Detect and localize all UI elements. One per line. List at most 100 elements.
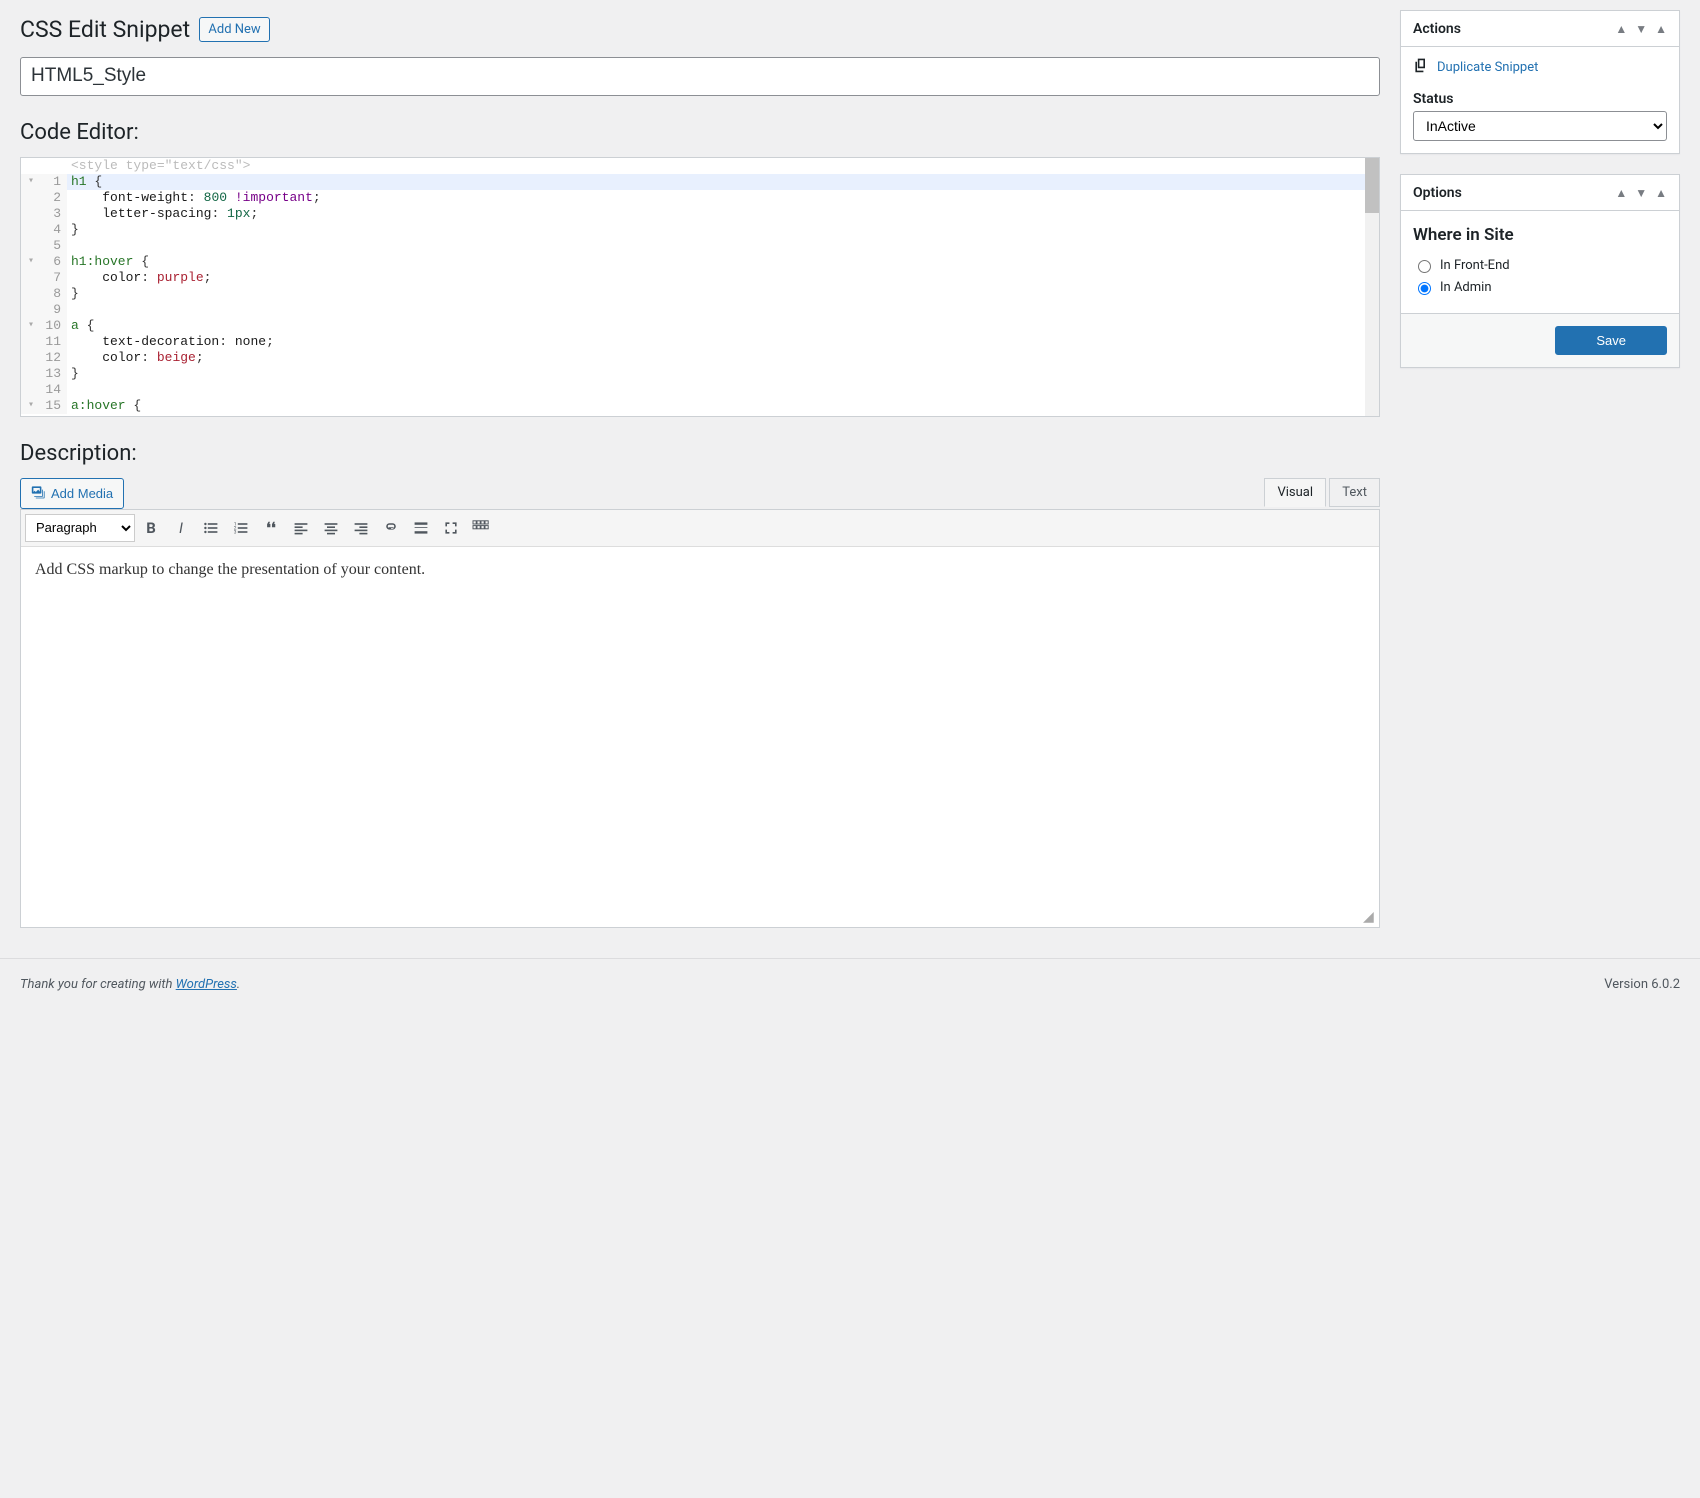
bold-button[interactable]: B [137, 514, 165, 542]
align-right-button[interactable] [347, 514, 375, 542]
where-radio[interactable] [1418, 260, 1431, 273]
code-line[interactable]: 12 color: beige; [21, 350, 1379, 366]
save-button[interactable]: Save [1555, 326, 1667, 355]
code-content[interactable] [67, 382, 1379, 398]
code-line[interactable]: 7 color: purple; [21, 270, 1379, 286]
code-scrollbar-thumb[interactable] [1365, 158, 1379, 213]
line-number: 13 [41, 366, 67, 382]
code-line[interactable]: ▾10a { [21, 318, 1379, 334]
wysiwyg-body[interactable]: Add CSS markup to change the presentatio… [21, 547, 1379, 927]
code-line[interactable]: ▾1h1 { [21, 174, 1379, 190]
where-in-site-heading: Where in Site [1413, 225, 1667, 245]
code-content[interactable]: a:hover { [67, 398, 1379, 414]
code-content[interactable]: text-decoration: none; [67, 334, 1379, 350]
code-line[interactable]: ▾15a:hover { [21, 398, 1379, 414]
fold-marker [21, 270, 41, 286]
where-label: In Front-End [1440, 258, 1510, 273]
code-line[interactable]: 11 text-decoration: none; [21, 334, 1379, 350]
fold-marker [21, 222, 41, 238]
wysiwyg-editor: Paragraph B I 123 ❛❛ [20, 509, 1380, 928]
add-media-button[interactable]: Add Media [20, 478, 124, 509]
resize-handle-icon[interactable]: ◢ [1363, 911, 1377, 925]
wordpress-link[interactable]: WordPress [176, 977, 237, 992]
add-new-button[interactable]: Add New [199, 17, 269, 42]
move-up-icon[interactable]: ▲ [1615, 22, 1627, 36]
line-number: 8 [41, 286, 67, 302]
align-center-button[interactable] [317, 514, 345, 542]
code-line[interactable]: 5 [21, 238, 1379, 254]
code-content[interactable]: font-weight: 800 !important; [67, 190, 1379, 206]
duplicate-snippet-link[interactable]: Duplicate Snippet [1413, 57, 1667, 77]
code-content[interactable]: } [67, 222, 1379, 238]
code-placeholder: <style type="text/css"> [21, 158, 1379, 174]
code-editor[interactable]: <style type="text/css"> ▾1h1 {2 font-wei… [20, 157, 1380, 417]
status-select[interactable]: InActiveActive [1413, 111, 1667, 141]
fold-marker [21, 366, 41, 382]
fold-marker[interactable]: ▾ [21, 254, 41, 270]
italic-button[interactable]: I [167, 514, 195, 542]
fold-marker [21, 238, 41, 254]
readmore-button[interactable] [407, 514, 435, 542]
fold-marker [21, 350, 41, 366]
link-button[interactable] [377, 514, 405, 542]
code-content[interactable]: a { [67, 318, 1379, 334]
numbered-list-button[interactable]: 123 [227, 514, 255, 542]
move-up-icon[interactable]: ▲ [1615, 186, 1627, 200]
line-number: 7 [41, 270, 67, 286]
code-line[interactable]: 8} [21, 286, 1379, 302]
toolbar-toggle-button[interactable] [467, 514, 495, 542]
bullet-list-button[interactable] [197, 514, 225, 542]
code-content[interactable] [67, 302, 1379, 318]
tab-visual[interactable]: Visual [1264, 478, 1326, 507]
code-line[interactable]: 14 [21, 382, 1379, 398]
page-footer: Thank you for creating with WordPress. V… [0, 958, 1700, 1006]
move-down-icon[interactable]: ▼ [1635, 22, 1647, 36]
svg-text:3: 3 [234, 529, 237, 535]
code-content[interactable]: } [67, 286, 1379, 302]
version-label: Version 6.0.2 [1604, 977, 1680, 992]
code-content[interactable]: letter-spacing: 1px; [67, 206, 1379, 222]
code-content[interactable]: h1 { [67, 174, 1379, 190]
duplicate-icon [1413, 57, 1429, 77]
code-content[interactable]: h1:hover { [67, 254, 1379, 270]
fold-marker[interactable]: ▾ [21, 398, 41, 414]
code-content[interactable]: } [67, 366, 1379, 382]
fold-marker[interactable]: ▾ [21, 318, 41, 334]
actions-box: Actions ▲ ▼ ▲ Duplicate Snippet Status I… [1400, 10, 1680, 154]
toggle-icon[interactable]: ▲ [1655, 186, 1667, 200]
toggle-icon[interactable]: ▲ [1655, 22, 1667, 36]
line-number: 12 [41, 350, 67, 366]
code-content[interactable]: color: purple; [67, 270, 1379, 286]
line-number: 2 [41, 190, 67, 206]
description-text: Add CSS markup to change the presentatio… [35, 561, 425, 578]
add-media-label: Add Media [51, 486, 113, 501]
fold-marker[interactable]: ▾ [21, 174, 41, 190]
fold-marker [21, 286, 41, 302]
fold-marker [21, 190, 41, 206]
snippet-title-input[interactable] [20, 57, 1380, 96]
where-radio[interactable] [1418, 282, 1431, 295]
tab-text[interactable]: Text [1329, 478, 1380, 507]
code-content[interactable] [67, 238, 1379, 254]
code-line[interactable]: 3 letter-spacing: 1px; [21, 206, 1379, 222]
where-option[interactable]: In Admin [1413, 279, 1667, 295]
code-content[interactable]: color: beige; [67, 350, 1379, 366]
code-scrollbar[interactable] [1365, 158, 1379, 416]
main-column: CSS Edit Snippet Add New Code Editor: <s… [20, 10, 1380, 928]
move-down-icon[interactable]: ▼ [1635, 186, 1647, 200]
format-select[interactable]: Paragraph [25, 514, 135, 542]
code-line[interactable]: 9 [21, 302, 1379, 318]
code-line[interactable]: 13} [21, 366, 1379, 382]
where-label: In Admin [1440, 280, 1492, 295]
fullscreen-button[interactable] [437, 514, 465, 542]
line-number: 4 [41, 222, 67, 238]
code-line[interactable]: 2 font-weight: 800 !important; [21, 190, 1379, 206]
align-left-button[interactable] [287, 514, 315, 542]
line-number: 5 [41, 238, 67, 254]
code-line[interactable]: ▾6h1:hover { [21, 254, 1379, 270]
where-option[interactable]: In Front-End [1413, 257, 1667, 273]
blockquote-button[interactable]: ❛❛ [257, 514, 285, 542]
status-label: Status [1413, 91, 1667, 107]
code-line[interactable]: 4} [21, 222, 1379, 238]
line-number: 14 [41, 382, 67, 398]
